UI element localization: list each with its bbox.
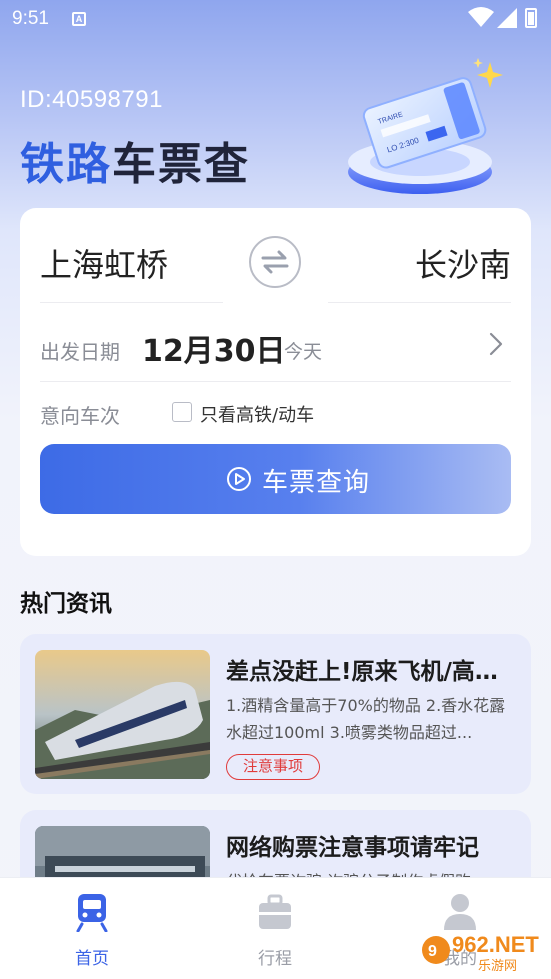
search-card: 上海虹桥 长沙南 出发日期 12月30日 今天 意向车次 只看高铁/动车 车票查… (20, 208, 531, 556)
date-value[interactable]: 12月30日 (142, 326, 286, 370)
news-title: 差点没赶上!原来飞机/高铁禁带物品这么多 (226, 659, 516, 685)
app-title-part1: 铁路 (20, 139, 112, 190)
swap-icon (261, 250, 289, 274)
person-icon (444, 894, 476, 930)
app-title-part2: 车票查 (112, 139, 250, 190)
section-title: 热门资讯 (20, 591, 112, 617)
train-icon (76, 894, 108, 932)
news-thumbnail (35, 650, 210, 779)
play-circle-icon (227, 467, 251, 491)
news-title: 网络购票注意事项请牢记 (226, 835, 479, 861)
svg-text:9: 9 (428, 943, 437, 960)
high-speed-only-checkbox[interactable] (172, 402, 192, 422)
app-title: 铁路车票查 (20, 128, 250, 192)
status-bar: 9:51 A (0, 0, 551, 40)
divider (328, 302, 511, 303)
divider (40, 381, 511, 382)
ticket-query-label: 车票查询 (262, 468, 371, 498)
nav-label-home: 首页 (75, 949, 109, 969)
train-type-label: 意向车次 (40, 404, 120, 428)
from-station[interactable]: 上海虹桥 (40, 240, 168, 286)
news-card[interactable]: 差点没赶上!原来飞机/高铁禁带物品这么多 1.酒精含量高于70%的物品 2.香水… (20, 634, 531, 794)
date-label: 出发日期 (40, 340, 120, 364)
suitcase-icon (259, 894, 291, 929)
ticket-illustration: TRAIRE LO 2:300 (348, 58, 503, 194)
signal-icon (497, 8, 517, 28)
high-speed-only-label[interactable]: 只看高铁/动车 (200, 401, 314, 427)
battery-icon (525, 8, 537, 28)
site-watermark: 9 962.NET 乐游网 (422, 932, 539, 974)
date-relative: 今天 (284, 341, 323, 363)
nav-item-home[interactable]: 首页 (22, 878, 162, 979)
news-tag: 注意事项 (226, 754, 321, 780)
chevron-right-icon[interactable] (489, 332, 503, 356)
to-station[interactable]: 长沙南 (415, 240, 511, 286)
ticket-query-button[interactable]: 车票查询 (40, 444, 511, 514)
notification-icon: A (72, 12, 86, 26)
news-summary: 1.酒精含量高于70%的物品 2.香水花露水超过100ml 3.喷雾类物品超过.… (226, 696, 506, 742)
status-time: 9:51 (12, 8, 49, 29)
nav-item-trip[interactable]: 行程 (205, 878, 345, 979)
wifi-icon (468, 7, 494, 27)
swap-stations-button[interactable] (249, 236, 301, 288)
nav-label-trip: 行程 (258, 949, 292, 969)
divider (40, 302, 223, 303)
watermark-brand: 962.NET (452, 932, 539, 957)
watermark-sub: 乐游网 (478, 959, 517, 974)
user-id: ID:40598791 (20, 86, 163, 113)
